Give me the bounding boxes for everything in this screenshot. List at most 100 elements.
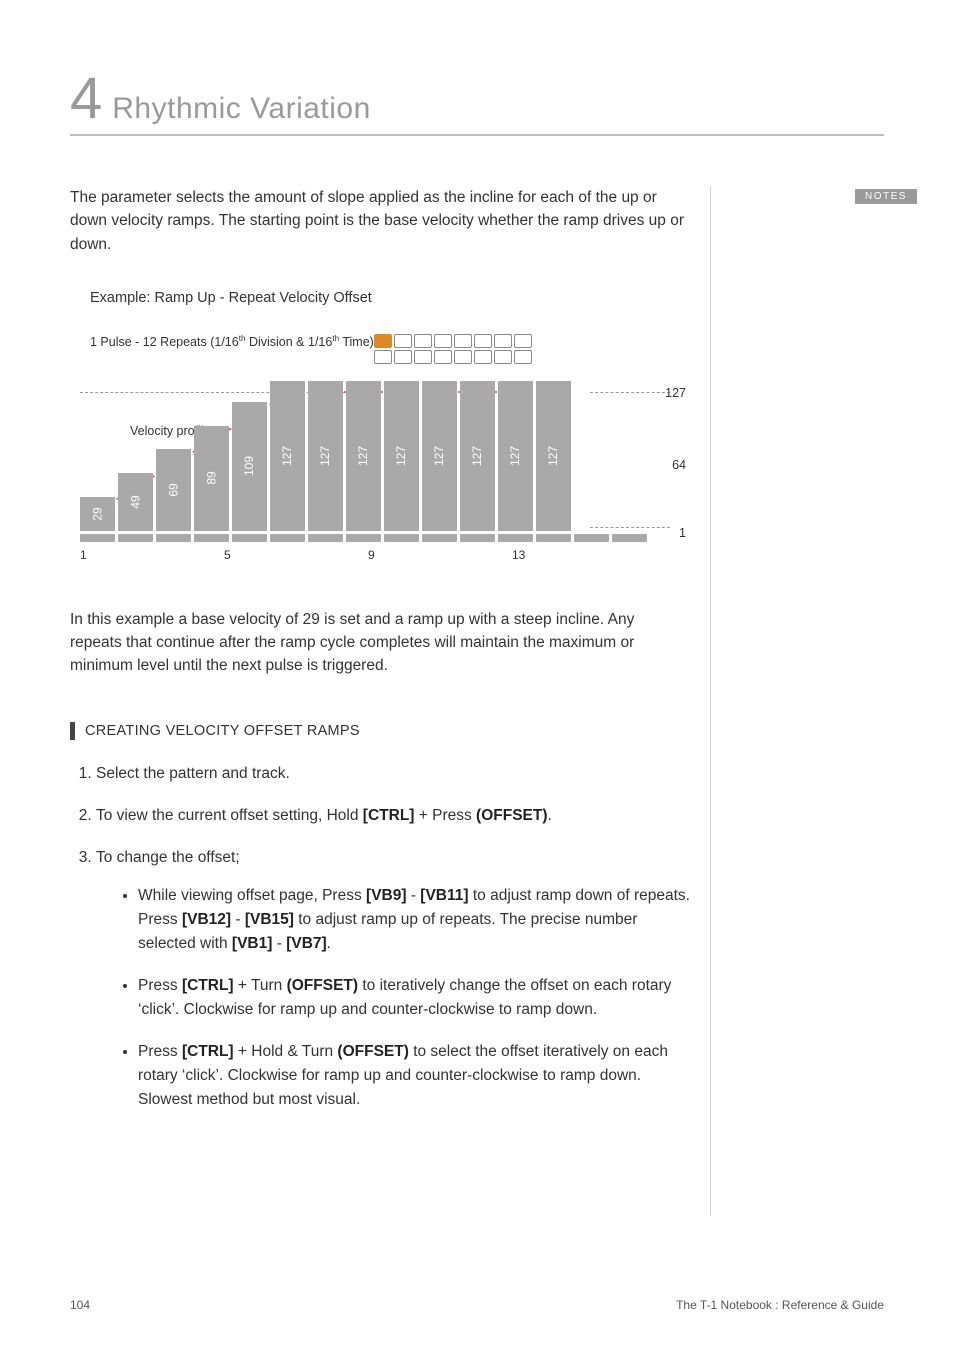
- chart-caption-mid: Division & 1/16: [245, 335, 332, 349]
- legend-cell: [494, 350, 512, 364]
- x-tick: [548, 548, 584, 562]
- track-cell: [612, 534, 647, 542]
- velocity-bar: 69: [156, 449, 191, 530]
- legend-cell: [514, 350, 532, 364]
- s2d: (OFFSET): [476, 807, 547, 824]
- legend-cell: [394, 350, 412, 364]
- steps-list: Select the pattern and track. To view th…: [70, 762, 690, 1112]
- chart-caption: 1 Pulse - 12 Repeats (1/16th Division & …: [90, 334, 374, 349]
- legend-grid: [374, 334, 532, 366]
- page-footer: 104 The T-1 Notebook : Reference & Guide: [70, 1298, 884, 1312]
- bar-slot: 127: [460, 381, 495, 542]
- bar-value: 127: [471, 446, 485, 466]
- velocity-bar: 127: [308, 381, 343, 531]
- track-cell: [536, 534, 571, 542]
- velocity-bar: 127: [460, 381, 495, 531]
- b1d: [VB11]: [420, 887, 468, 904]
- subsection-bar: [70, 722, 75, 740]
- bar-slot: [612, 531, 647, 542]
- legend-cell: [374, 350, 392, 364]
- legend-cell: [414, 350, 432, 364]
- legend-cell: [434, 350, 452, 364]
- bar-slot: 69: [156, 449, 191, 541]
- x-tick: 9: [368, 548, 404, 562]
- track-cell: [346, 534, 381, 542]
- velocity-bar: 89: [194, 426, 229, 531]
- intro-paragraph: The parameter selects the amount of slop…: [70, 186, 690, 256]
- bars-container: 29496989109127127127127127127127127: [80, 372, 647, 542]
- step-2: To view the current offset setting, Hold…: [96, 804, 690, 828]
- legend-cell: [474, 350, 492, 364]
- velocity-bar: 127: [346, 381, 381, 531]
- b1l: [VB7]: [286, 935, 326, 952]
- bar-slot: 127: [498, 381, 533, 542]
- x-tick: 1: [80, 548, 116, 562]
- bar-slot: 127: [308, 381, 343, 542]
- bar-value: 89: [204, 472, 218, 485]
- b3a: Press: [138, 1043, 182, 1060]
- track-cell: [118, 534, 153, 542]
- legend-cell: [454, 350, 472, 364]
- velocity-bar: 29: [80, 497, 115, 531]
- b1a: While viewing offset page, Press: [138, 887, 366, 904]
- chart-caption-text: 1 Pulse - 12 Repeats (1/16: [90, 335, 239, 349]
- bar-value: 127: [433, 446, 447, 466]
- b2b: [CTRL]: [182, 977, 234, 994]
- legend-cell: [374, 334, 392, 348]
- subsection-header: CREATING VELOCITY OFFSET RAMPS: [70, 722, 690, 740]
- b1g: -: [231, 911, 245, 928]
- s2a: To view the current offset setting, Hold: [96, 807, 363, 824]
- bar-slot: 29: [80, 497, 115, 542]
- section-number: 4: [70, 70, 102, 128]
- s2e: .: [548, 807, 552, 824]
- b2d: (OFFSET): [287, 977, 358, 994]
- step-3-bullet-2: Press [CTRL] + Turn (OFFSET) to iterativ…: [138, 974, 690, 1022]
- s2c: + Press: [414, 807, 476, 824]
- bar-slot: 127: [270, 381, 305, 542]
- track-cell: [270, 534, 305, 542]
- bar-slot: 89: [194, 426, 229, 542]
- track-cell: [156, 534, 191, 542]
- x-tick: [332, 548, 368, 562]
- chart-caption-end: Time): [339, 335, 374, 349]
- bar-slot: 127: [346, 381, 381, 542]
- b3d: (OFFSET): [337, 1043, 408, 1060]
- legend-cell: [474, 334, 492, 348]
- track-cell: [308, 534, 343, 542]
- bar-value: 29: [90, 507, 104, 520]
- s3-intro: To change the offset;: [96, 849, 240, 866]
- y-tick-127: 127: [665, 386, 686, 400]
- legend-cell: [414, 334, 432, 348]
- x-tick: [188, 548, 224, 562]
- bar-value: 127: [395, 446, 409, 466]
- legend-cell: [434, 334, 452, 348]
- bar-slot: 127: [536, 381, 571, 542]
- legend-cell: [394, 334, 412, 348]
- section-title: Rhythmic Variation: [112, 92, 371, 126]
- b1f: [VB12]: [182, 911, 231, 928]
- velocity-bar: 49: [118, 473, 153, 531]
- y-tick-64: 64: [672, 458, 686, 472]
- track-cell: [232, 534, 267, 542]
- b1h: [VB15]: [245, 911, 294, 928]
- velocity-chart: Velocity profile 29496989109127127127127…: [70, 372, 690, 572]
- x-tick: [476, 548, 512, 562]
- doc-title: The T-1 Notebook : Reference & Guide: [676, 1298, 884, 1312]
- track-cell: [384, 534, 419, 542]
- bar-slot: 49: [118, 473, 153, 542]
- bar-value: 127: [509, 446, 523, 466]
- x-tick: [440, 548, 476, 562]
- x-axis-ticks: 15913: [80, 548, 620, 562]
- step-3: To change the offset; While viewing offs…: [96, 846, 690, 1112]
- bar-value: 49: [128, 495, 142, 508]
- step-3-bullet-3: Press [CTRL] + Hold & Turn (OFFSET) to s…: [138, 1040, 690, 1112]
- bar-value: 127: [357, 446, 371, 466]
- track-cell: [422, 534, 457, 542]
- b1c: -: [407, 887, 421, 904]
- b1k: -: [272, 935, 286, 952]
- legend-cell: [454, 334, 472, 348]
- velocity-bar: 109: [232, 402, 267, 531]
- track-cell: [194, 534, 229, 542]
- b3b: [CTRL]: [182, 1043, 234, 1060]
- bar-slot: 127: [422, 381, 457, 542]
